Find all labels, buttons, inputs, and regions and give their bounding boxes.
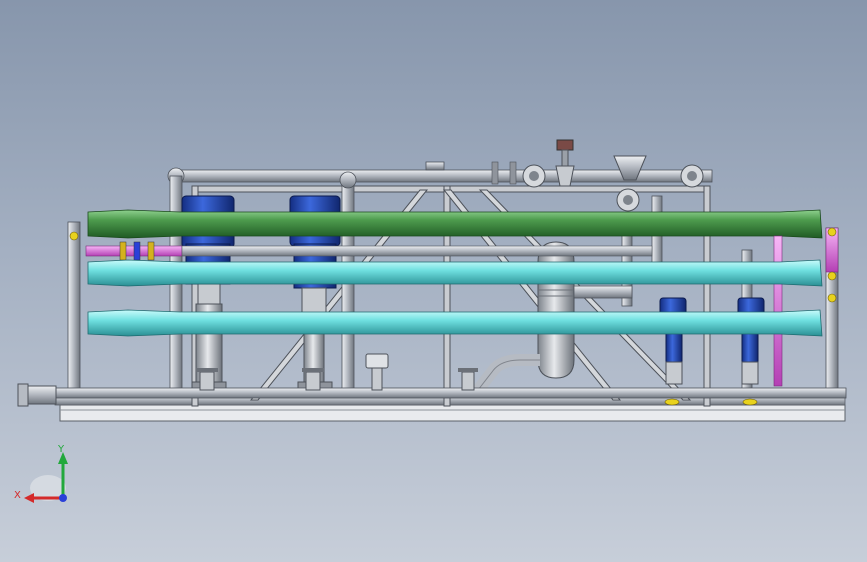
top-check-valve[interactable]: [555, 139, 575, 187]
control-valve[interactable]: [365, 353, 389, 391]
dosing-pump-1[interactable]: [659, 297, 687, 385]
dosing-pump-2[interactable]: [737, 297, 765, 385]
triad-x-label: X: [14, 490, 21, 501]
triad-y-label: Y: [57, 444, 65, 455]
membrane-vessel-2[interactable]: [87, 309, 823, 337]
cad-viewport[interactable]: Y X: [0, 0, 867, 562]
ro-skid-model[interactable]: Y X: [0, 0, 867, 562]
coordinate-triad-icon: Y X: [14, 444, 68, 503]
membrane-vessel-1[interactable]: [87, 259, 823, 287]
feed-pressure-vessel[interactable]: [87, 209, 823, 239]
